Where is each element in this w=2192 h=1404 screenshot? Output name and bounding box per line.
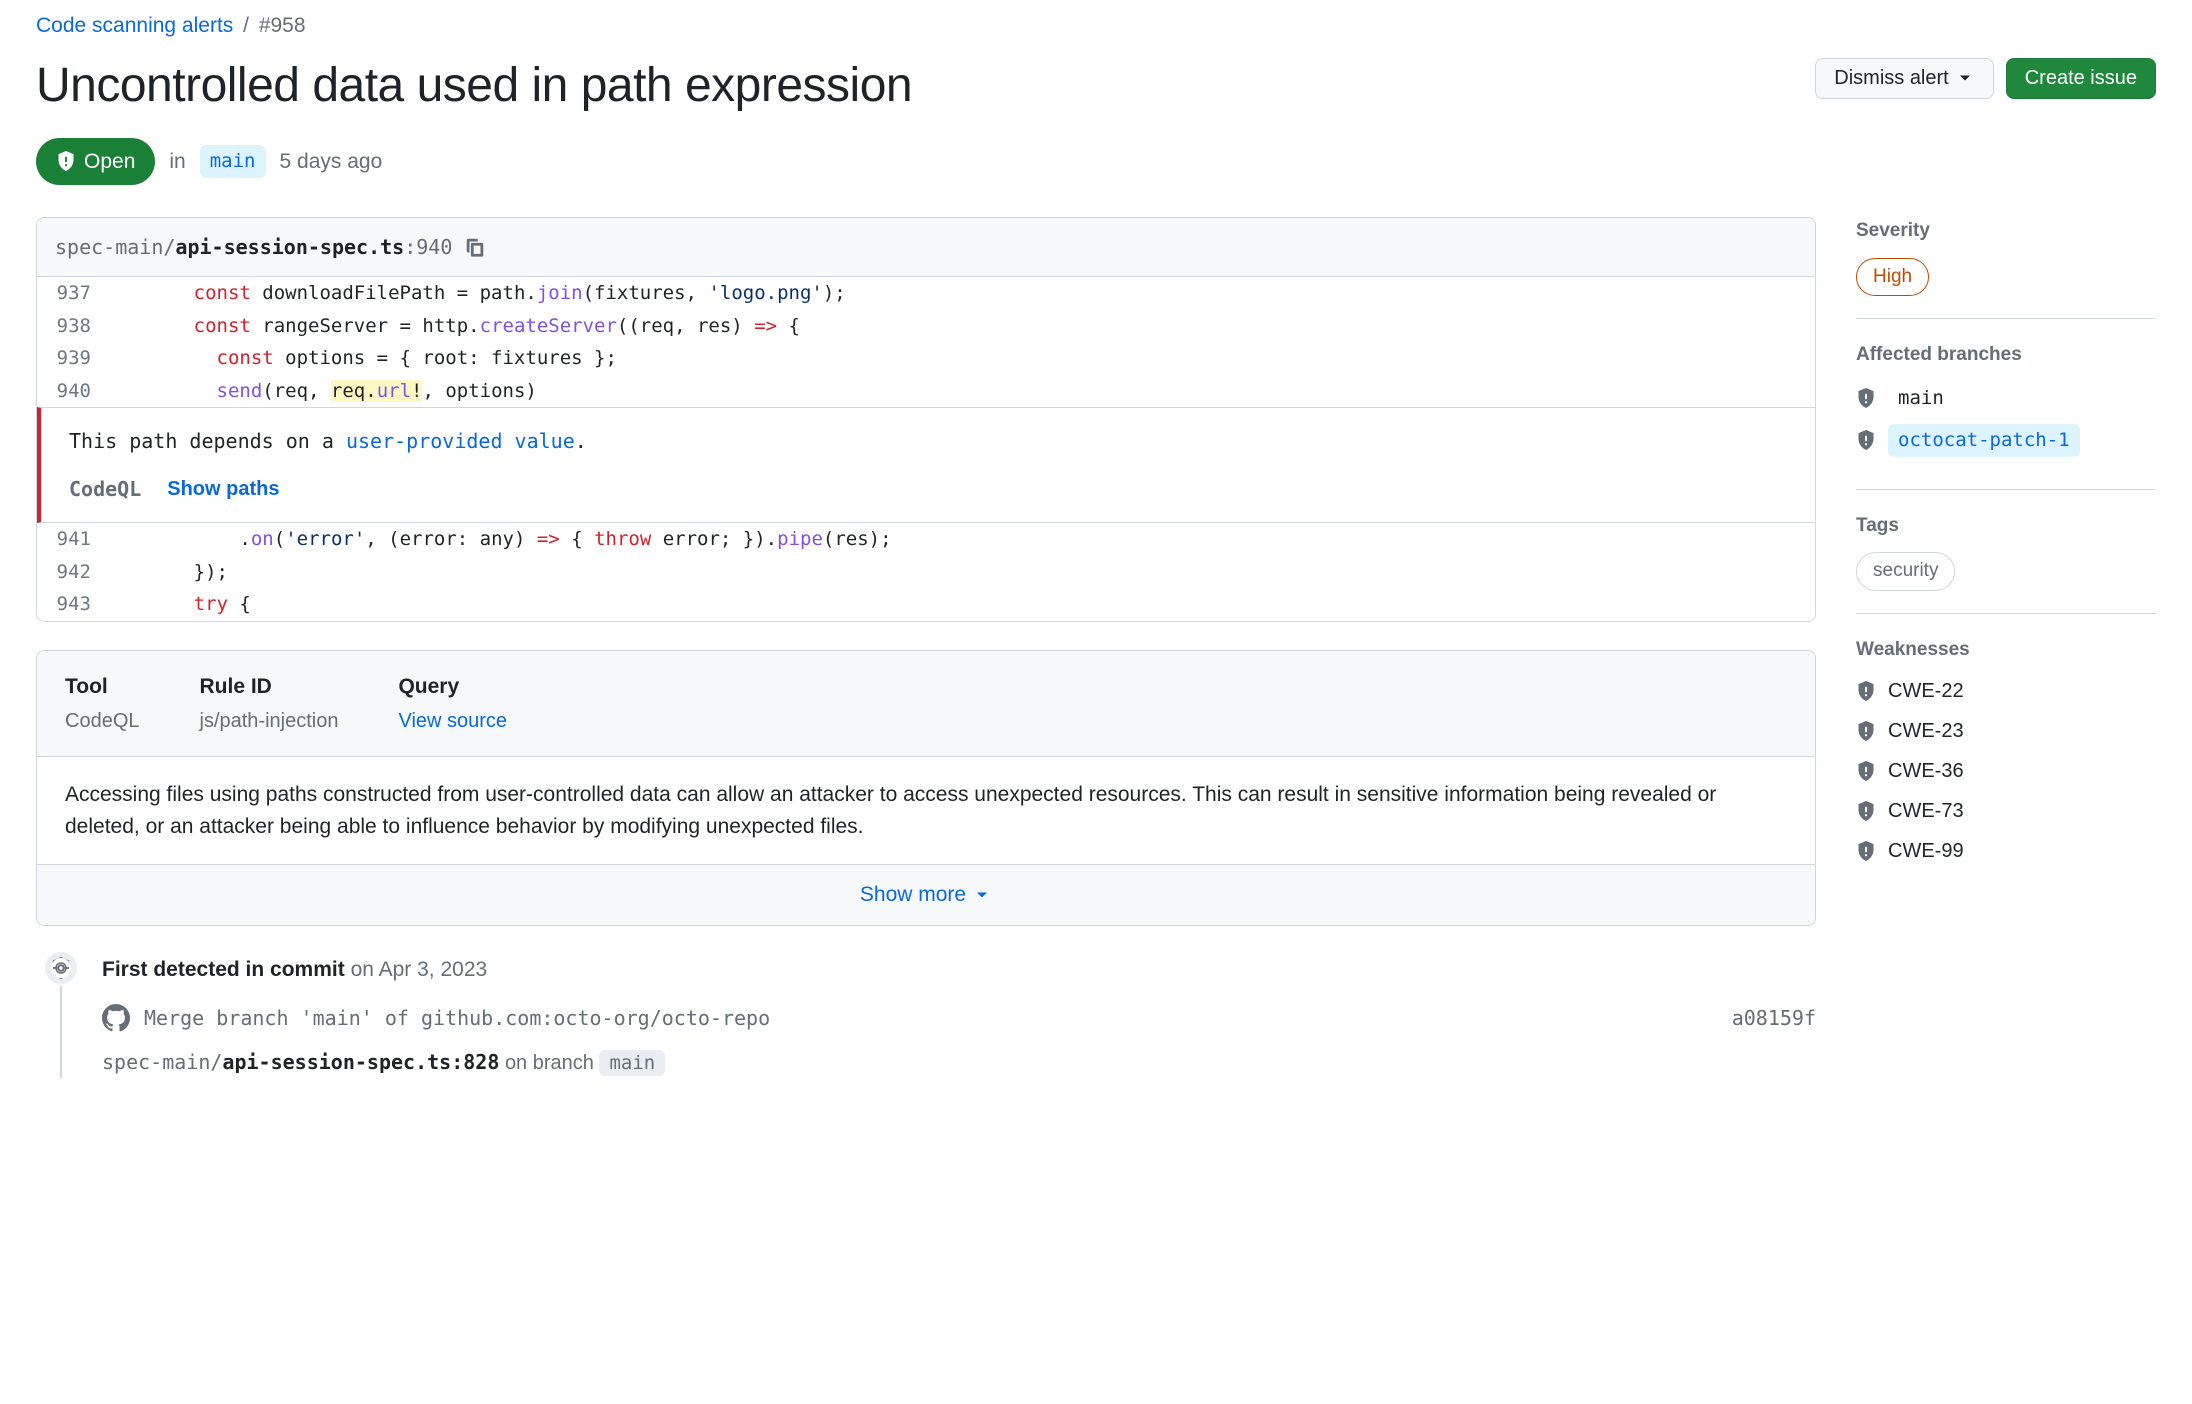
weakness-id: CWE-22 (1888, 676, 1964, 706)
details-description: Accessing files using paths constructed … (37, 757, 1815, 865)
severity-label: Severity (1856, 217, 2156, 246)
chevron-down-icon (972, 885, 992, 905)
tool-label: Tool (65, 671, 140, 703)
code-line: const downloadFilePath = path.join(fixtu… (107, 277, 1815, 310)
first-detected-label: First detected in commit (102, 958, 345, 981)
code-table: 937 const downloadFilePath = path.join(f… (37, 277, 1815, 407)
file-path[interactable]: spec-main/api-session-spec.ts:940 (55, 232, 452, 262)
branch-chip[interactable]: main (200, 145, 266, 178)
tag-pill[interactable]: security (1856, 552, 1955, 591)
breadcrumb-current: #958 (259, 14, 306, 37)
weakness-item[interactable]: CWE-22 (1856, 676, 2156, 706)
commit-sha[interactable]: a08159f (1732, 1003, 1816, 1033)
shield-icon (1856, 681, 1876, 701)
affected-branch-item[interactable]: octocat-patch-1 (1856, 424, 2156, 457)
breadcrumb: Code scanning alerts / #958 (36, 0, 2156, 42)
show-more-button[interactable]: Show more (37, 865, 1815, 925)
weakness-item[interactable]: CWE-23 (1856, 716, 2156, 746)
breadcrumb-separator: / (239, 14, 253, 37)
chevron-down-icon (1955, 68, 1975, 88)
create-issue-button[interactable]: Create issue (2006, 58, 2156, 99)
tags-label: Tags (1856, 512, 2156, 541)
details-box: Tool CodeQL Rule ID js/path-injection Qu… (36, 650, 1816, 926)
in-label: in (169, 146, 185, 178)
code-line: try { (107, 588, 1815, 621)
severity-pill: High (1856, 258, 1929, 297)
alert-tool-label: CodeQL (69, 474, 141, 504)
breadcrumb-parent-link[interactable]: Code scanning alerts (36, 14, 233, 37)
avatar-icon (102, 1004, 130, 1032)
first-detected-date: on Apr 3, 2023 (351, 958, 488, 981)
shield-icon (56, 151, 76, 171)
affected-branch-item[interactable]: main (1856, 382, 2156, 415)
code-line: const rangeServer = http.createServer((r… (107, 310, 1815, 343)
weakness-id: CWE-36 (1888, 756, 1964, 786)
sidebar: Severity High Affected branches main octo… (1856, 217, 2156, 1098)
show-paths-button[interactable]: Show paths (167, 474, 279, 504)
code-line: .on('error', (error: any) => { throw err… (107, 523, 1815, 556)
copy-icon[interactable] (464, 236, 486, 258)
line-number: 942 (37, 556, 107, 589)
line-number: 941 (37, 523, 107, 556)
inline-alert: This path depends on a user-provided val… (37, 407, 1815, 523)
timeline: First detected in commit on Apr 3, 2023 … (60, 954, 1816, 1079)
file-reference[interactable]: spec-main/api-session-spec.ts:828 (102, 1050, 499, 1074)
commit-icon (51, 958, 71, 978)
rule-id-label: Rule ID (200, 671, 339, 703)
code-snippet-box: spec-main/api-session-spec.ts:940 937 co… (36, 217, 1816, 622)
line-number: 940 (37, 375, 107, 408)
shield-icon (1856, 801, 1876, 821)
shield-icon (1856, 388, 1876, 408)
code-line: }); (107, 556, 1815, 589)
view-source-link[interactable]: View source (398, 710, 507, 732)
line-number: 943 (37, 588, 107, 621)
rule-id-value: js/path-injection (200, 706, 339, 736)
weakness-item[interactable]: CWE-99 (1856, 836, 2156, 866)
weakness-id: CWE-99 (1888, 836, 1964, 866)
alert-message-prefix: This path depends on a (69, 429, 346, 453)
shield-icon (1856, 721, 1876, 741)
line-number: 938 (37, 310, 107, 343)
code-line: const options = { root: fixtures }; (107, 342, 1815, 375)
weaknesses-label: Weaknesses (1856, 636, 2156, 665)
code-table-post: 941 .on('error', (error: any) => { throw… (37, 523, 1815, 621)
tool-value: CodeQL (65, 706, 140, 736)
weakness-item[interactable]: CWE-73 (1856, 796, 2156, 826)
commit-message[interactable]: Merge branch 'main' of github.com:octo-o… (144, 1003, 770, 1033)
branch-chip[interactable]: main (599, 1050, 665, 1076)
weakness-id: CWE-23 (1888, 716, 1964, 746)
shield-icon (1856, 761, 1876, 781)
dismiss-alert-button[interactable]: Dismiss alert (1815, 58, 1993, 99)
code-line: send(req, req.url!, options) (107, 375, 1815, 408)
affected-branches-label: Affected branches (1856, 341, 2156, 370)
weakness-item[interactable]: CWE-36 (1856, 756, 2156, 786)
alert-message-suffix: . (575, 429, 587, 453)
branch-name: main (1888, 382, 1954, 415)
alert-message-link[interactable]: user-provided value (346, 429, 575, 453)
state-badge: Open (36, 138, 155, 186)
query-label: Query (398, 671, 507, 703)
line-number: 939 (37, 342, 107, 375)
on-branch-text: on branch (505, 1052, 600, 1074)
age-text: 5 days ago (280, 146, 383, 178)
shield-icon (1856, 430, 1876, 450)
status-line: Open in main 5 days ago (36, 138, 2156, 186)
page-title: Uncontrolled data used in path expressio… (36, 50, 1799, 122)
weakness-id: CWE-73 (1888, 796, 1964, 826)
shield-icon (1856, 841, 1876, 861)
line-number: 937 (37, 277, 107, 310)
branch-name: octocat-patch-1 (1888, 424, 2080, 457)
